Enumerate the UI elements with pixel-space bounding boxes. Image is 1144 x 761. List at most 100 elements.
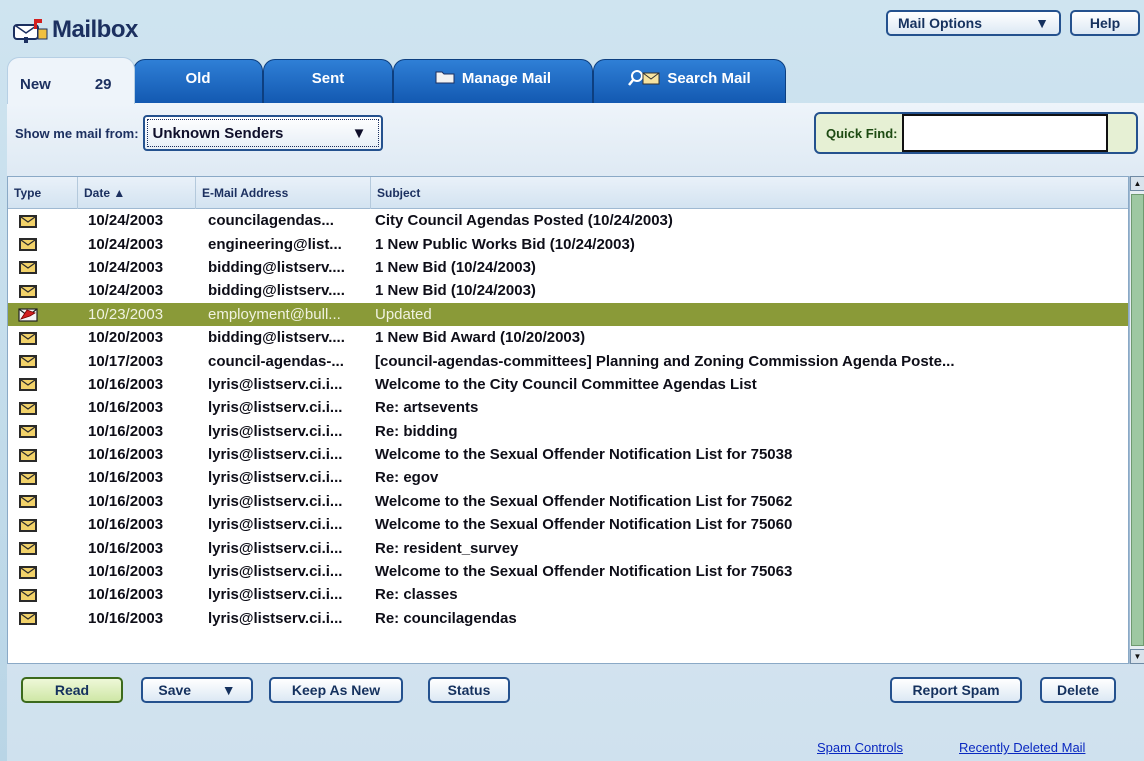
table-row[interactable]: 10/16/2003 lyris@listserv.ci.i... Welcome … <box>8 560 1128 583</box>
tab-manage-mail[interactable]: Manage Mail <box>393 59 593 104</box>
tab-old-label: Old <box>185 70 211 87</box>
help-label: Help <box>1089 15 1121 31</box>
unread-mail-icon <box>8 283 78 299</box>
table-row[interactable]: 10/16/2003 lyris@listserv.ci.i... Re: coun… <box>8 607 1128 630</box>
row-subject: 1 New Bid (10/24/2003) <box>375 282 536 300</box>
table-row[interactable]: 10/24/2003 bidding@listserv.... 1 New Bid … <box>8 279 1128 302</box>
message-list: 10/24/2003 councilagendas... City Council … <box>8 209 1128 630</box>
save-label: Save <box>158 682 192 698</box>
unread-mail-icon <box>8 423 78 439</box>
row-subject: City Council Agendas Posted (10/24/2003) <box>375 212 673 230</box>
message-table: Type Date ▲ E-Mail Address Subject 10/24… <box>7 176 1129 664</box>
filter-bar: Show me mail from: Unknown Senders ▼ <box>15 115 383 151</box>
table-row[interactable]: 10/20/2003 bidding@listserv.... 1 New Bid … <box>8 326 1128 349</box>
row-date: 10/16/2003 <box>88 469 164 487</box>
table-row[interactable]: 10/16/2003 lyris@listserv.ci.i... Re: egov <box>8 466 1128 489</box>
scroll-down-icon[interactable]: ▼ <box>1130 649 1144 664</box>
row-date: 10/16/2003 <box>88 399 164 417</box>
row-email: bidding@listserv.... <box>208 329 345 347</box>
table-row[interactable]: 10/16/2003 lyris@listserv.ci.i... Welcome … <box>8 373 1128 396</box>
help-button[interactable]: Help <box>1070 10 1140 36</box>
quick-find-input[interactable] <box>901 114 1108 152</box>
column-type[interactable]: Type <box>8 177 78 209</box>
tab-sent[interactable]: Sent <box>263 59 393 104</box>
column-date[interactable]: Date ▲ <box>78 177 196 209</box>
row-email: bidding@listserv.... <box>208 282 345 300</box>
scroll-thumb[interactable] <box>1131 194 1144 646</box>
scroll-up-icon[interactable]: ▲ <box>1130 176 1144 191</box>
row-subject: [council-agendas-committees] Planning an… <box>375 352 955 370</box>
row-date: 10/16/2003 <box>88 375 164 393</box>
tab-manage-mail-label: Manage Mail <box>461 70 552 87</box>
row-date: 10/20/2003 <box>88 329 164 347</box>
table-row[interactable]: 10/16/2003 lyris@listserv.ci.i... Re: arts… <box>8 396 1128 419</box>
row-email: lyris@listserv.ci.i... <box>208 586 343 604</box>
folder-icon <box>435 70 455 88</box>
read-button[interactable]: Read <box>21 677 123 703</box>
table-row[interactable]: 10/16/2003 lyris@listserv.ci.i... Welcome … <box>8 513 1128 536</box>
unread-mail-icon <box>8 376 78 392</box>
row-email: council-agendas-... <box>208 352 344 370</box>
keep-as-new-button[interactable]: Keep As New <box>269 677 403 703</box>
save-button[interactable]: Save ▼ <box>141 677 253 703</box>
column-email[interactable]: E-Mail Address <box>196 177 371 209</box>
delete-label: Delete <box>1056 682 1100 698</box>
tab-old[interactable]: Old <box>133 59 263 104</box>
table-row[interactable]: 10/24/2003 councilagendas... City Council … <box>8 209 1128 232</box>
status-label: Status <box>447 682 491 698</box>
mail-panel: Show me mail from: Unknown Senders ▼ Qui… <box>7 103 1144 761</box>
row-subject: Re: councilagendas <box>375 609 517 627</box>
row-date: 10/24/2003 <box>88 235 164 253</box>
table-row[interactable]: 10/16/2003 lyris@listserv.ci.i... Re: clas… <box>8 583 1128 606</box>
row-subject: Re: bidding <box>375 422 458 440</box>
row-email: lyris@listserv.ci.i... <box>208 609 343 627</box>
table-row[interactable]: 10/16/2003 lyris@listserv.ci.i... Re: bidd… <box>8 420 1128 443</box>
row-subject: Welcome to the Sexual Offender Notificat… <box>375 446 793 464</box>
mail-options-button[interactable]: Mail Options ▼ <box>886 10 1061 36</box>
table-header: Type Date ▲ E-Mail Address Subject <box>8 177 1128 209</box>
row-email: lyris@listserv.ci.i... <box>208 492 343 510</box>
row-email: councilagendas... <box>208 212 334 230</box>
table-row[interactable]: 10/24/2003 engineering@list... 1 New Publi… <box>8 232 1128 255</box>
row-subject: Welcome to the Sexual Offender Notificat… <box>375 492 793 510</box>
status-button[interactable]: Status <box>428 677 510 703</box>
row-date: 10/16/2003 <box>88 586 164 604</box>
unread-mail-icon <box>8 353 78 369</box>
chevron-down-icon: ▼ <box>221 682 236 698</box>
table-row[interactable]: 10/17/2003 council-agendas-... [council-ag… <box>8 349 1128 372</box>
report-spam-button[interactable]: Report Spam <box>890 677 1022 703</box>
row-email: engineering@list... <box>208 235 342 253</box>
sender-filter-select[interactable]: Unknown Senders ▼ <box>142 115 383 151</box>
unread-mail-icon <box>8 517 78 533</box>
tab-new-label: New <box>20 76 51 93</box>
table-row[interactable]: 10/23/2003 employment@bull... Updated <box>8 302 1128 326</box>
recently-deleted-link[interactable]: Recently Deleted Mail <box>959 740 1085 755</box>
tab-search-mail-label: Search Mail <box>667 70 751 87</box>
row-subject: Updated <box>375 305 432 323</box>
spam-controls-link[interactable]: Spam Controls <box>817 740 903 755</box>
row-date: 10/24/2003 <box>88 258 164 276</box>
row-email: lyris@listserv.ci.i... <box>208 469 343 487</box>
sender-filter-value: Unknown Senders <box>152 124 284 142</box>
row-email: lyris@listserv.ci.i... <box>208 446 343 464</box>
unread-mail-icon <box>8 610 78 626</box>
table-row[interactable]: 10/16/2003 lyris@listserv.ci.i... Welcome … <box>8 443 1128 466</box>
table-row[interactable]: 10/16/2003 lyris@listserv.ci.i... Welcome … <box>8 490 1128 513</box>
row-date: 10/23/2003 <box>88 305 164 323</box>
row-date: 10/16/2003 <box>88 539 164 557</box>
row-subject: 1 New Public Works Bid (10/24/2003) <box>375 235 635 253</box>
table-row[interactable]: 10/16/2003 lyris@listserv.ci.i... Re: resi… <box>8 536 1128 559</box>
table-row[interactable]: 10/24/2003 bidding@listserv.... 1 New Bid … <box>8 256 1128 279</box>
unread-mail-icon <box>8 587 78 603</box>
tab-search-mail[interactable]: Search Mail <box>593 59 786 104</box>
row-email: lyris@listserv.ci.i... <box>208 563 343 581</box>
column-subject[interactable]: Subject <box>371 177 1128 209</box>
tab-sent-label: Sent <box>311 70 345 87</box>
new-count-badge: 29 <box>94 76 112 93</box>
unread-mail-icon <box>8 259 78 275</box>
magnifier-envelope-icon <box>628 70 660 90</box>
mail-options-label: Mail Options <box>898 15 982 31</box>
tab-new[interactable]: New 29 <box>7 57 135 104</box>
vertical-scrollbar[interactable]: ▲ ▼ <box>1129 176 1144 664</box>
delete-button[interactable]: Delete <box>1040 677 1116 703</box>
